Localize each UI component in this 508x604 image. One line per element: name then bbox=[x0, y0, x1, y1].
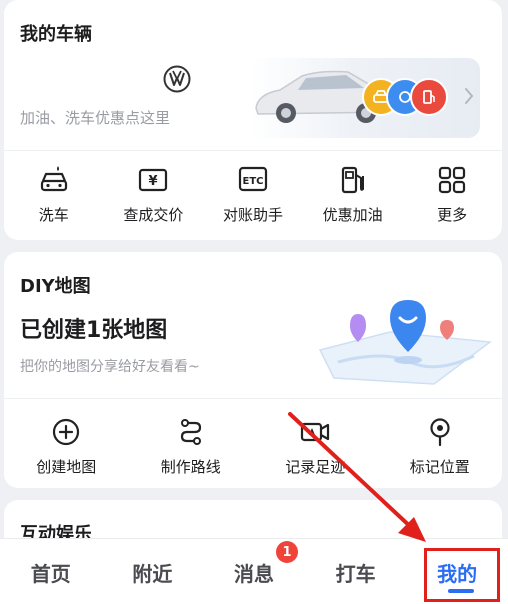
action-mark-location[interactable]: 标记位置 bbox=[378, 416, 503, 477]
vehicle-promo-banner[interactable] bbox=[250, 58, 480, 138]
plus-circle-icon bbox=[53, 418, 80, 446]
etc-icon: ETC bbox=[238, 166, 268, 192]
action-label: 查成交价 bbox=[123, 206, 184, 224]
route-icon bbox=[180, 419, 201, 445]
diy-action-row: 创建地图 制作路线 记录足迹 标记位置 bbox=[4, 416, 502, 477]
action-make-route[interactable]: 制作路线 bbox=[129, 416, 254, 477]
action-label: 标记位置 bbox=[409, 458, 470, 476]
fuel-badge-icon bbox=[410, 78, 448, 116]
action-label: 记录足迹 bbox=[285, 458, 346, 476]
my-vehicle-card: 我的车辆 加油、洗车优惠点这里 洗车 ¥ 查成交价 ETC 对账助手 优惠加油 … bbox=[4, 0, 502, 240]
video-camera-icon bbox=[301, 422, 330, 442]
action-price-check[interactable]: ¥ 查成交价 bbox=[104, 164, 204, 225]
diy-divider bbox=[4, 398, 502, 399]
vehicle-divider bbox=[4, 150, 502, 151]
svg-text:ETC: ETC bbox=[242, 176, 263, 187]
message-count-badge: 1 bbox=[276, 541, 298, 563]
action-label: 洗车 bbox=[38, 206, 69, 224]
location-pin-icon bbox=[430, 418, 450, 447]
grid-more-icon bbox=[439, 166, 466, 194]
map-illustration bbox=[318, 300, 492, 385]
vehicle-card-title: 我的车辆 bbox=[20, 24, 92, 45]
action-record-footprint[interactable]: 记录足迹 bbox=[253, 416, 378, 477]
vehicle-action-row: 洗车 ¥ 查成交价 ETC 对账助手 优惠加油 更多 bbox=[4, 164, 502, 225]
action-more[interactable]: 更多 bbox=[402, 164, 502, 225]
svg-text:¥: ¥ bbox=[149, 174, 158, 189]
action-label: 对账助手 bbox=[222, 206, 283, 224]
chevron-right-icon bbox=[465, 88, 474, 104]
price-tag-icon: ¥ bbox=[139, 168, 168, 192]
action-car-wash[interactable]: 洗车 bbox=[4, 164, 104, 225]
action-label: 制作路线 bbox=[160, 458, 221, 476]
tab-nearby[interactable]: 附近 bbox=[102, 539, 204, 604]
diy-map-promo-text[interactable]: 把你的地图分享给好友看看~ bbox=[20, 356, 200, 376]
action-label: 优惠加油 bbox=[322, 206, 383, 224]
volkswagen-logo-icon bbox=[163, 65, 191, 93]
diy-map-title: DIY地图 bbox=[20, 276, 91, 297]
action-label: 更多 bbox=[437, 206, 468, 224]
diy-map-count[interactable]: 已创建1张地图 bbox=[20, 312, 167, 344]
fuel-pump-icon bbox=[341, 166, 364, 194]
annotation-highlight-box bbox=[424, 548, 500, 602]
car-wash-icon bbox=[40, 166, 67, 192]
action-label: 创建地图 bbox=[36, 458, 97, 476]
action-fuel-discount[interactable]: 优惠加油 bbox=[303, 164, 403, 225]
action-create-map[interactable]: 创建地图 bbox=[4, 416, 129, 477]
tab-home[interactable]: 首页 bbox=[0, 539, 102, 604]
diy-map-card: DIY地图 已创建1张地图 把你的地图分享给好友看看~ 创建地图 制作路线 记录… bbox=[4, 252, 502, 488]
action-etc-helper[interactable]: ETC 对账助手 bbox=[203, 164, 303, 225]
vehicle-promo-text[interactable]: 加油、洗车优惠点这里 bbox=[20, 107, 170, 128]
tab-taxi[interactable]: 打车 bbox=[305, 539, 407, 604]
